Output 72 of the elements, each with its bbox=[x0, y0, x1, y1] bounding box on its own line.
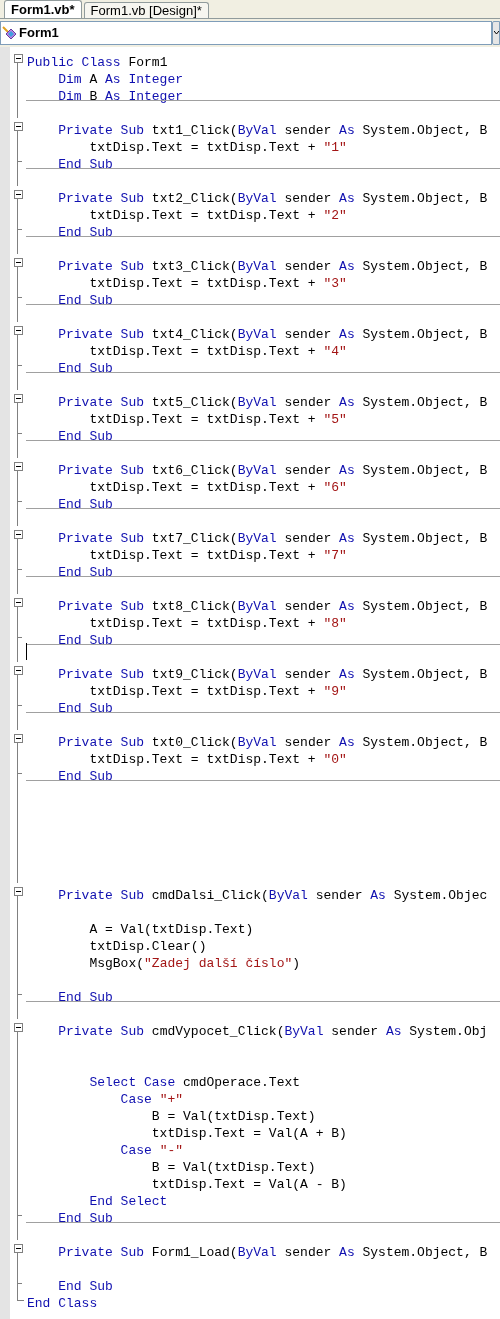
collapse-icon[interactable] bbox=[13, 666, 23, 675]
code-line: txtDisp.Text = txtDisp.Text + "2" bbox=[88, 208, 347, 223]
code-line: A = Val(txtDisp.Text) bbox=[88, 922, 254, 937]
code-line: Private Sub txt4_Click(ByVal sender As System.Object, B bbox=[57, 327, 488, 342]
code-line: txtDisp.Text = Val(A + B) bbox=[150, 1126, 347, 1141]
code-line: Select Case cmdOperace.Text bbox=[88, 1075, 301, 1090]
code-line: MsgBox("Zadej další číslo") bbox=[88, 956, 301, 971]
code-line: End Sub bbox=[57, 633, 113, 648]
code-line: Case "-" bbox=[119, 1143, 184, 1158]
code-line: Case "+" bbox=[119, 1092, 184, 1107]
editor-tab[interactable]: Form1.vb* bbox=[4, 0, 82, 18]
code-line: Dim B As Integer bbox=[57, 89, 184, 104]
collapse-icon[interactable] bbox=[13, 734, 23, 743]
class-icon bbox=[2, 25, 18, 41]
code-line: B = Val(txtDisp.Text) bbox=[150, 1160, 316, 1175]
code-line: Private Sub Form1_Load(ByVal sender As System.Object, B bbox=[57, 1245, 488, 1260]
code-line: End Sub bbox=[57, 429, 113, 444]
code-line: End Sub bbox=[57, 565, 113, 580]
code-line: End Sub bbox=[57, 225, 113, 240]
code-line: End Sub bbox=[57, 497, 113, 512]
dropdown-value: Form1 bbox=[19, 24, 59, 43]
collapse-icon[interactable] bbox=[13, 530, 23, 539]
code-line: Private Sub txt7_Click(ByVal sender As System.Object, B bbox=[57, 531, 488, 546]
chevron-down-icon bbox=[494, 31, 499, 35]
code-line: txtDisp.Text = txtDisp.Text + "1" bbox=[88, 140, 347, 155]
code-line: Private Sub txt2_Click(ByVal sender As System.Object, B bbox=[57, 191, 488, 206]
class-dropdown[interactable]: Form1 bbox=[0, 21, 492, 45]
code-line: txtDisp.Text = txtDisp.Text + "9" bbox=[88, 684, 347, 699]
code-line: End Sub bbox=[57, 293, 113, 308]
code-line: End Sub bbox=[57, 701, 113, 716]
code-line: Dim A As Integer bbox=[57, 72, 184, 87]
code-line: End Class bbox=[27, 1296, 98, 1311]
editor-tab[interactable]: Form1.vb [Design]* bbox=[83, 2, 209, 18]
code-line: txtDisp.Text = txtDisp.Text + "3" bbox=[88, 276, 347, 291]
code-line: Private Sub txt9_Click(ByVal sender As System.Object, B bbox=[57, 667, 488, 682]
collapse-icon[interactable] bbox=[13, 258, 23, 267]
dropdown-arrow-button[interactable] bbox=[492, 21, 500, 45]
code-line: End Sub bbox=[57, 157, 113, 172]
code-line: txtDisp.Text = txtDisp.Text + "5" bbox=[88, 412, 347, 427]
collapse-icon[interactable] bbox=[13, 887, 23, 896]
code-line: txtDisp.Text = txtDisp.Text + "8" bbox=[88, 616, 347, 631]
collapse-icon[interactable] bbox=[13, 54, 23, 63]
collapse-icon[interactable] bbox=[13, 122, 23, 131]
code-line: txtDisp.Text = txtDisp.Text + "4" bbox=[88, 344, 347, 359]
code-line: Private Sub txt1_Click(ByVal sender As System.Object, B bbox=[57, 123, 488, 138]
code-line: Private Sub txt8_Click(ByVal sender As System.Object, B bbox=[57, 599, 488, 614]
collapse-icon[interactable] bbox=[13, 462, 23, 471]
code-line: End Select bbox=[88, 1194, 168, 1209]
code-line: End Sub bbox=[57, 361, 113, 376]
code-line: txtDisp.Text = txtDisp.Text + "7" bbox=[88, 548, 347, 563]
collapse-icon[interactable] bbox=[13, 1244, 23, 1253]
code-line: txtDisp.Text = txtDisp.Text + "6" bbox=[88, 480, 347, 495]
code-line: Private Sub cmdDalsi_Click(ByVal sender As System.Objec bbox=[57, 888, 488, 903]
code-line: B = Val(txtDisp.Text) bbox=[150, 1109, 316, 1124]
code-line: Private Sub cmdVypocet_Click(ByVal sender As System.Obj bbox=[57, 1024, 488, 1039]
code-line: End Sub bbox=[57, 1211, 113, 1226]
collapse-icon[interactable] bbox=[13, 598, 23, 607]
code-line: Private Sub txt5_Click(ByVal sender As System.Object, B bbox=[57, 395, 488, 410]
collapse-icon[interactable] bbox=[13, 190, 23, 199]
collapse-icon[interactable] bbox=[13, 394, 23, 403]
code-line: txtDisp.Text = txtDisp.Text + "0" bbox=[88, 752, 347, 767]
code-line: End Sub bbox=[57, 990, 113, 1005]
collapse-icon[interactable] bbox=[13, 326, 23, 335]
collapse-icon[interactable] bbox=[13, 1023, 23, 1032]
code-line: End Sub bbox=[57, 1279, 113, 1294]
code-line: Private Sub txt3_Click(ByVal sender As System.Object, B bbox=[57, 259, 488, 274]
code-line: Public Class Form1 bbox=[27, 55, 168, 70]
code-line: End Sub bbox=[57, 769, 113, 784]
code-line: txtDisp.Clear() bbox=[88, 939, 207, 954]
code-line: Private Sub txt0_Click(ByVal sender As System.Object, B bbox=[57, 735, 488, 750]
code-line: txtDisp.Text = Val(A - B) bbox=[150, 1177, 347, 1192]
code-line: Private Sub txt6_Click(ByVal sender As System.Object, B bbox=[57, 463, 488, 478]
